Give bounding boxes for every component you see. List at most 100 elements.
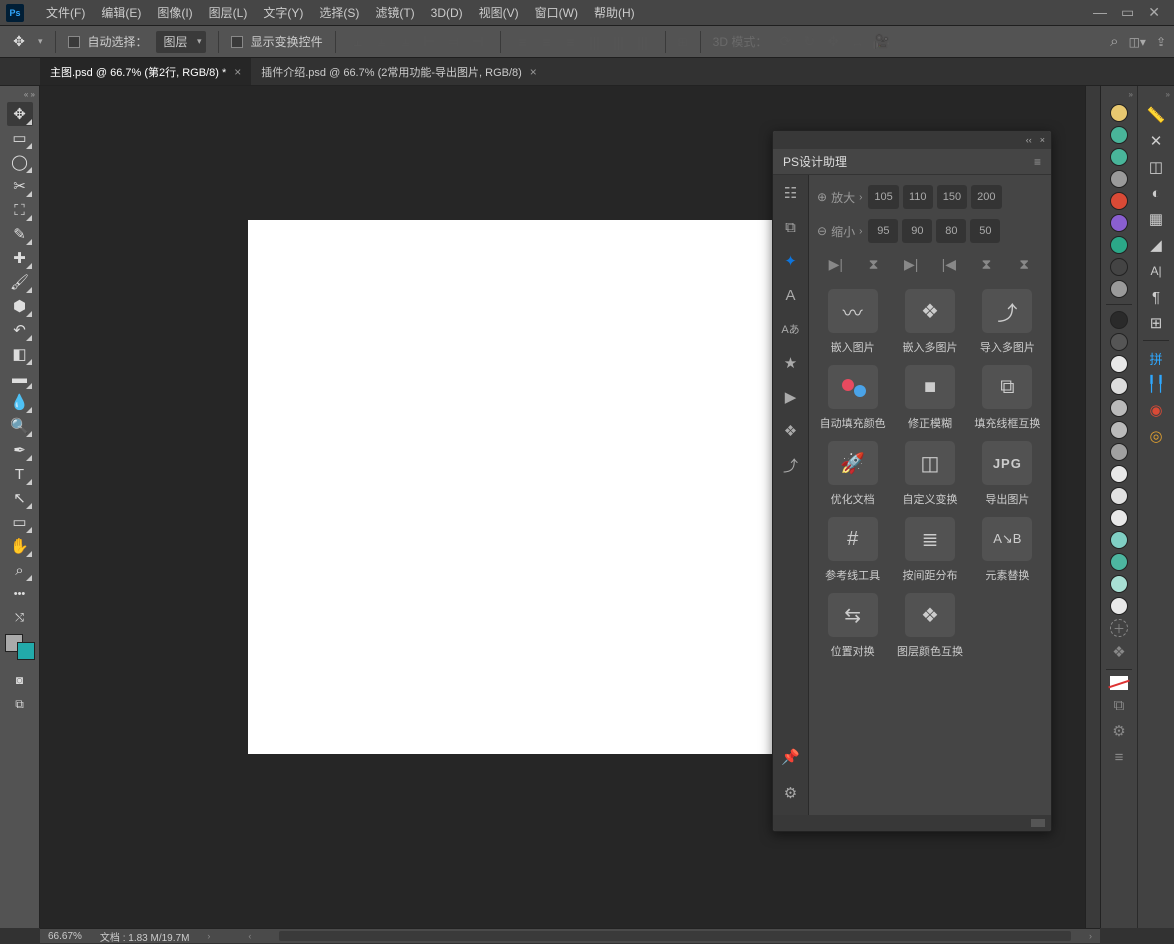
color-swatch-dot[interactable] <box>1110 236 1128 254</box>
plugin-icon-1[interactable]: 拼 <box>1145 347 1167 369</box>
plugin-nav-text-icon[interactable]: A <box>779 283 803 307</box>
collapse-icon[interactable]: » <box>1166 90 1174 100</box>
menu-help[interactable]: 帮助(H) <box>586 4 643 21</box>
marquee-tool[interactable]: ▭ <box>7 126 33 150</box>
color-swatch-dot[interactable] <box>1110 465 1128 483</box>
hourglass-dot-icon[interactable]: ⧗ <box>1013 253 1035 275</box>
char-panel-icon[interactable]: A| <box>1145 260 1167 282</box>
color-swatch-dot[interactable] <box>1110 192 1128 210</box>
plugin-nav-star-icon[interactable]: ★ <box>779 351 803 375</box>
color-swatch-dot[interactable] <box>1110 355 1128 373</box>
plugin-icon-2[interactable]: ╿╿ <box>1145 373 1167 395</box>
zoom-val[interactable]: 150 <box>937 185 967 209</box>
scroll-right-icon[interactable]: › <box>1089 931 1092 941</box>
plugin-nav-pin-icon[interactable]: 📌 <box>779 745 803 769</box>
color-swatch-dot[interactable] <box>1110 443 1128 461</box>
healing-tool[interactable]: ✚ <box>7 246 33 270</box>
hand-tool[interactable]: ✋ <box>7 534 33 558</box>
plugin-nav-lang-icon[interactable]: Aあ <box>779 317 803 341</box>
tool-auto-fill-color[interactable]: 自动填充颜色 <box>817 365 888 431</box>
tool-layer-color-swap[interactable]: ❖图层颜色互换 <box>894 593 965 659</box>
quickmask-tool[interactable]: ◙ <box>7 668 33 692</box>
type-tool[interactable]: T <box>7 462 33 486</box>
blur-tool[interactable]: 💧 <box>7 390 33 414</box>
resize-handle[interactable] <box>1031 819 1045 827</box>
3d-slide-icon[interactable]: ↔ <box>847 32 867 52</box>
tool-import-multi[interactable]: ⤴导入多图片 <box>972 289 1043 355</box>
color-swatch-dot[interactable] <box>1110 280 1128 298</box>
document-tab[interactable]: 插件介绍.psd @ 66.7% (2常用功能-导出图片, RGB/8) × <box>251 58 547 85</box>
edit-toolbar[interactable]: ••• <box>7 582 33 606</box>
zoom-val[interactable]: 80 <box>936 219 966 243</box>
color-swatch-dot[interactable] <box>1110 333 1128 351</box>
color-swatch-dot[interactable] <box>1110 487 1128 505</box>
zoom-val[interactable]: 50 <box>970 219 1000 243</box>
layers-side-icon[interactable]: ⧉ <box>1108 694 1130 716</box>
zoom-val[interactable]: 200 <box>971 185 1001 209</box>
align-top-icon[interactable]: ⫠ <box>348 32 368 52</box>
dist-top-icon[interactable]: ≡ <box>513 32 533 52</box>
tool-optimize-doc[interactable]: 🚀优化文档 <box>817 441 888 507</box>
tab-close-icon[interactable]: × <box>530 65 537 79</box>
doc-info[interactable]: 文档 : 1.83 M/19.7M <box>100 929 189 944</box>
tool-custom-transform[interactable]: ◫自定义变换 <box>894 441 965 507</box>
dist-right-icon[interactable]: ||| <box>633 32 653 52</box>
color-swatch-dot[interactable] <box>1110 421 1128 439</box>
share-icon[interactable]: ⇪ <box>1156 35 1166 49</box>
color-swatch-dot[interactable] <box>1110 553 1128 571</box>
color-swatch-dot[interactable] <box>1110 258 1128 276</box>
no-style-icon[interactable] <box>1110 676 1128 690</box>
menu-view[interactable]: 视图(V) <box>471 4 527 21</box>
eraser-tool[interactable]: ◧ <box>7 342 33 366</box>
add-swatch-icon[interactable]: ＋ <box>1110 619 1128 637</box>
screenmode-tool[interactable]: ⧉ <box>7 692 33 716</box>
color-swatch[interactable] <box>5 634 35 660</box>
align-left-icon[interactable]: ⊢ <box>420 32 440 52</box>
hourglass-icon[interactable]: ⧗ <box>862 253 884 275</box>
tool-fill-wire-swap[interactable]: ⧉填充线框互换 <box>972 365 1043 431</box>
eyedropper-tool[interactable]: ✎ <box>7 222 33 246</box>
shape-tool[interactable]: ▭ <box>7 510 33 534</box>
menu-window[interactable]: 窗口(W) <box>527 4 586 21</box>
vertical-scrollbar[interactable] <box>1085 86 1100 928</box>
tools-cross-icon[interactable]: ✕ <box>1145 130 1167 152</box>
menu-3d[interactable]: 3D(D) <box>423 6 471 20</box>
step-fwd-icon[interactable]: |◀ <box>938 253 960 275</box>
zoom-out-button[interactable]: ⊖ 缩小 › <box>817 223 862 240</box>
color-swatch-dot[interactable] <box>1110 399 1128 417</box>
panel-collapse-icon[interactable]: ‹‹ <box>1026 135 1032 145</box>
tool-space-distribute[interactable]: ≣按间距分布 <box>894 517 965 583</box>
zoom-level[interactable]: 66.67% <box>48 931 82 942</box>
menu-edit[interactable]: 编辑(E) <box>93 4 149 21</box>
dodge-tool[interactable]: 🔍 <box>7 414 33 438</box>
tool-fix-blur[interactable]: ■修正模糊 <box>894 365 965 431</box>
zoom-in-button[interactable]: ⊕ 放大 › <box>817 189 862 206</box>
color-swatch-dot[interactable] <box>1110 597 1128 615</box>
quick-select-tool[interactable]: ✂ <box>7 174 33 198</box>
tab-close-icon[interactable]: × <box>234 65 241 79</box>
color-swatch-dot[interactable] <box>1110 377 1128 395</box>
dist-vcenter-icon[interactable]: ≡ <box>537 32 557 52</box>
color-swatch-dot[interactable] <box>1110 575 1128 593</box>
color-swatch-dot[interactable] <box>1110 214 1128 232</box>
zoom-tool[interactable]: ⌕ <box>7 558 33 582</box>
lasso-tool[interactable]: ◯ <box>7 150 33 174</box>
auto-select-checkbox[interactable] <box>68 36 80 48</box>
align-bottom-icon[interactable]: ⫨ <box>396 32 416 52</box>
dist-left-icon[interactable]: ||| <box>585 32 605 52</box>
zoom-val[interactable]: 95 <box>868 219 898 243</box>
tool-embed-image[interactable]: 〰嵌入图片 <box>817 289 888 355</box>
ruler-icon[interactable]: 📏 <box>1145 104 1167 126</box>
auto-align-icon[interactable]: ⊞ <box>678 35 688 49</box>
color-swatch-dot[interactable] <box>1110 104 1128 122</box>
zoom-val[interactable]: 110 <box>903 185 933 209</box>
plugin-nav-play-icon[interactable]: ▶ <box>779 385 803 409</box>
collapse-icon[interactable]: « » <box>0 90 39 102</box>
horizontal-scrollbar[interactable] <box>279 931 1071 941</box>
color-swatch-dot[interactable] <box>1110 148 1128 166</box>
background-color[interactable] <box>17 642 35 660</box>
color-swatch-dot[interactable] <box>1110 531 1128 549</box>
3d-pan-icon[interactable]: ✥ <box>823 32 843 52</box>
zoom-val[interactable]: 105 <box>868 185 898 209</box>
search-icon[interactable]: ⌕ <box>1110 33 1118 50</box>
